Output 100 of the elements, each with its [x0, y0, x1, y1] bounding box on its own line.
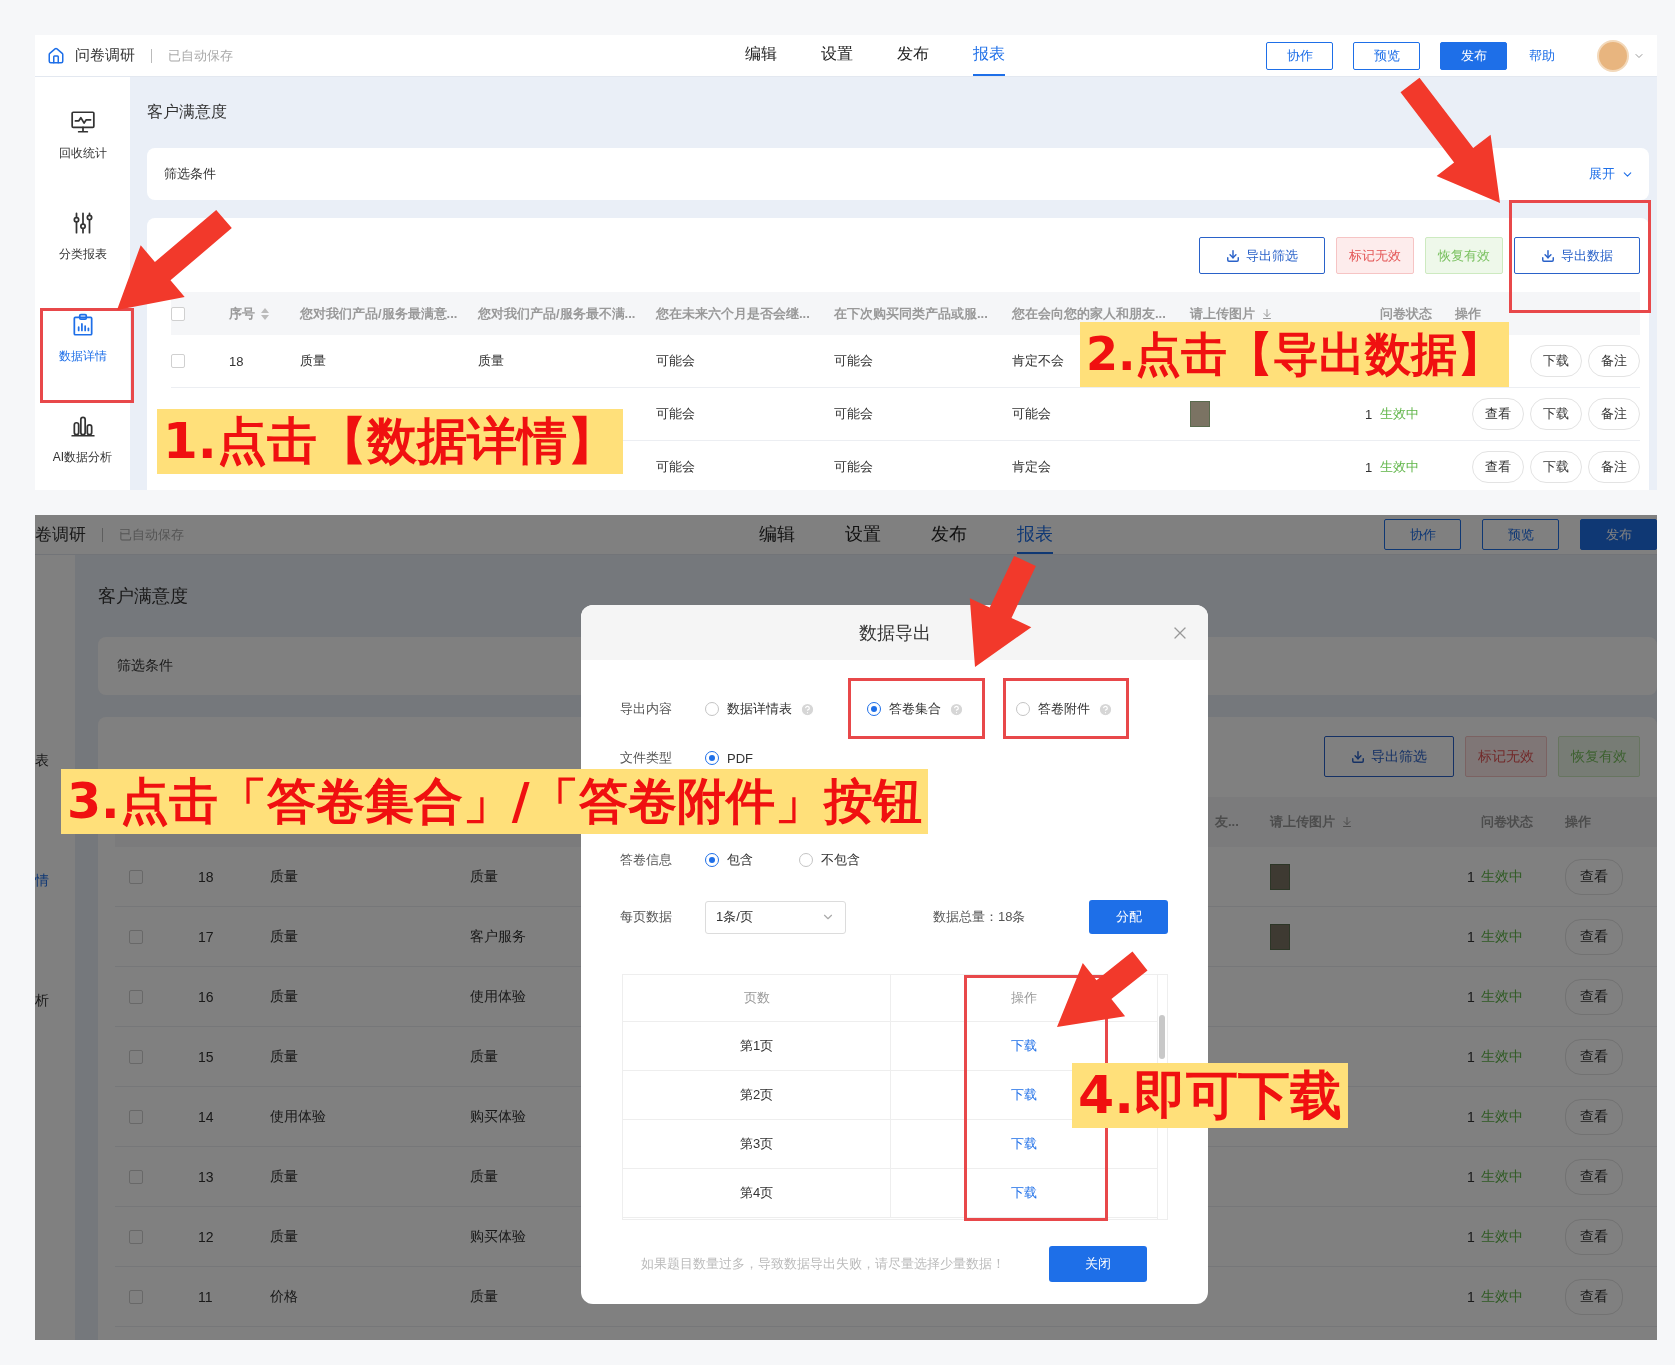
- table-cell: 15: [198, 1048, 214, 1065]
- sidebar-item[interactable]: 析: [35, 941, 75, 1061]
- header-button[interactable]: 预览: [1353, 41, 1420, 70]
- nav-tab[interactable]: 编辑: [745, 35, 777, 76]
- download-link[interactable]: 下载: [1011, 1086, 1037, 1104]
- row-action-button[interactable]: 查看: [1565, 1038, 1623, 1075]
- step-callout: 2.点击【导出数据】: [1080, 322, 1510, 387]
- help-icon[interactable]: [1098, 701, 1113, 717]
- row-action-button[interactable]: 备注: [1588, 451, 1640, 483]
- column-header: 您在会向您的家人和朋友...: [1012, 304, 1166, 323]
- table-cell: 1: [1467, 1228, 1475, 1245]
- sidebar-item[interactable]: 分类报表: [35, 186, 130, 288]
- page-title: 客户满意度: [147, 102, 227, 122]
- row-checkbox[interactable]: [129, 869, 143, 884]
- column-header: 您在未来六个月是否会继...: [656, 304, 810, 323]
- header-button[interactable]: 预览: [1482, 519, 1559, 550]
- photo-placeholder[interactable]: [1270, 923, 1290, 950]
- table-cell: 1: [1467, 928, 1475, 945]
- table-cell: 可能会: [834, 458, 873, 476]
- radio-option[interactable]: 不包含: [799, 851, 860, 869]
- row-action-button[interactable]: 查看: [1472, 398, 1524, 430]
- download-link[interactable]: 下载: [1011, 1037, 1037, 1055]
- help-icon[interactable]: [800, 701, 815, 717]
- header-button[interactable]: 协作: [1266, 41, 1333, 70]
- row-checkbox[interactable]: [129, 1229, 143, 1244]
- table-cell: 可能会: [656, 405, 695, 423]
- photo-placeholder[interactable]: [1270, 863, 1290, 890]
- header-button[interactable]: 协作: [1384, 519, 1461, 550]
- toolbar-button[interactable]: 导出数据: [1514, 237, 1640, 274]
- page-title: 客户满意度: [98, 585, 188, 608]
- nav-tab[interactable]: 设置: [845, 515, 881, 554]
- table-cell: 1: [1365, 459, 1373, 475]
- radio-button[interactable]: [1016, 702, 1030, 716]
- row-action-button[interactable]: 查看: [1565, 1098, 1623, 1135]
- download-link[interactable]: 下载: [1011, 1135, 1037, 1153]
- row-action-button[interactable]: 查看: [1565, 1278, 1623, 1315]
- radio-button[interactable]: [867, 702, 881, 716]
- row-action-button[interactable]: 下载: [1530, 451, 1582, 483]
- radio-button[interactable]: [705, 853, 719, 867]
- row-checkbox[interactable]: [171, 354, 185, 368]
- row-checkbox[interactable]: [129, 929, 143, 944]
- radio-option[interactable]: 数据详情表: [705, 700, 815, 718]
- row-action-button[interactable]: 下载: [1530, 345, 1582, 377]
- radio-button[interactable]: [705, 751, 719, 765]
- radio-option[interactable]: 答卷集合: [867, 700, 964, 718]
- assign-button[interactable]: 分配: [1089, 900, 1168, 934]
- toolbar-button[interactable]: 标记无效: [1336, 237, 1414, 274]
- sidebar-item[interactable]: 回收统计: [35, 85, 130, 187]
- row-action-button[interactable]: 查看: [1565, 978, 1623, 1015]
- row-action-button[interactable]: 备注: [1588, 398, 1640, 430]
- toolbar-button[interactable]: 导出筛选: [1324, 736, 1454, 777]
- download-icon[interactable]: [1261, 307, 1273, 320]
- row-action-button[interactable]: 查看: [1565, 1218, 1623, 1255]
- radio-button[interactable]: [799, 853, 813, 867]
- nav-tab[interactable]: 编辑: [759, 515, 795, 554]
- radio-option[interactable]: 包含: [705, 851, 753, 869]
- home-icon[interactable]: [47, 46, 65, 65]
- select-all-checkbox[interactable]: [171, 306, 185, 321]
- publish-button[interactable]: 发布: [1580, 519, 1657, 550]
- row-action-button[interactable]: 查看: [1472, 451, 1524, 483]
- radio-option[interactable]: PDF: [705, 750, 753, 766]
- row-checkbox[interactable]: [129, 1049, 143, 1064]
- row-action-button[interactable]: 查看: [1565, 918, 1623, 955]
- row-action-button[interactable]: 查看: [1565, 858, 1623, 895]
- nav-tab[interactable]: 发布: [897, 35, 929, 76]
- sidebar-item[interactable]: AI数据分析: [35, 388, 130, 490]
- toolbar-button[interactable]: 导出筛选: [1199, 237, 1325, 274]
- scrollbar-thumb[interactable]: [1159, 1015, 1165, 1059]
- radio-button[interactable]: [705, 702, 719, 716]
- table-cell: 1: [1467, 868, 1475, 885]
- radio-option[interactable]: 答卷附件: [1016, 700, 1113, 718]
- row-action-button[interactable]: 备注: [1588, 345, 1640, 377]
- table-cell: 第2页: [739, 1086, 774, 1104]
- sort-icon[interactable]: [261, 307, 269, 320]
- table-cell: 使用体验: [270, 1107, 326, 1126]
- nav-tab[interactable]: 发布: [931, 515, 967, 554]
- expand-toggle[interactable]: 展开: [1589, 165, 1634, 183]
- user-avatar[interactable]: [1597, 39, 1629, 72]
- close-dialog-button[interactable]: 关闭: [1049, 1246, 1147, 1282]
- download-icon[interactable]: [1341, 816, 1353, 828]
- help-link[interactable]: 帮助: [1529, 46, 1555, 65]
- row-action-button[interactable]: 下载: [1530, 398, 1582, 430]
- download-icon: [1226, 248, 1240, 263]
- table-cell: 可能会: [1012, 405, 1051, 423]
- row-checkbox[interactable]: [129, 1109, 143, 1124]
- page-size-select[interactable]: 1条/页: [705, 900, 846, 934]
- filter-label: 筛选条件: [164, 165, 216, 183]
- download-icon: [1351, 749, 1365, 764]
- table-cell: 1: [1467, 1108, 1475, 1125]
- table-cell: 质量: [470, 867, 498, 886]
- publish-button[interactable]: 发布: [1440, 41, 1507, 70]
- help-icon[interactable]: [949, 701, 964, 717]
- status-text: 生效中: [1481, 1227, 1523, 1246]
- row-checkbox[interactable]: [129, 1289, 143, 1304]
- sidebar-item[interactable]: 数据详情: [35, 287, 130, 389]
- row-action-button[interactable]: 查看: [1565, 1158, 1623, 1195]
- row-checkbox[interactable]: [129, 989, 143, 1004]
- nav-tab[interactable]: 设置: [821, 35, 853, 76]
- download-link[interactable]: 下载: [1011, 1184, 1037, 1202]
- row-checkbox[interactable]: [129, 1169, 143, 1184]
